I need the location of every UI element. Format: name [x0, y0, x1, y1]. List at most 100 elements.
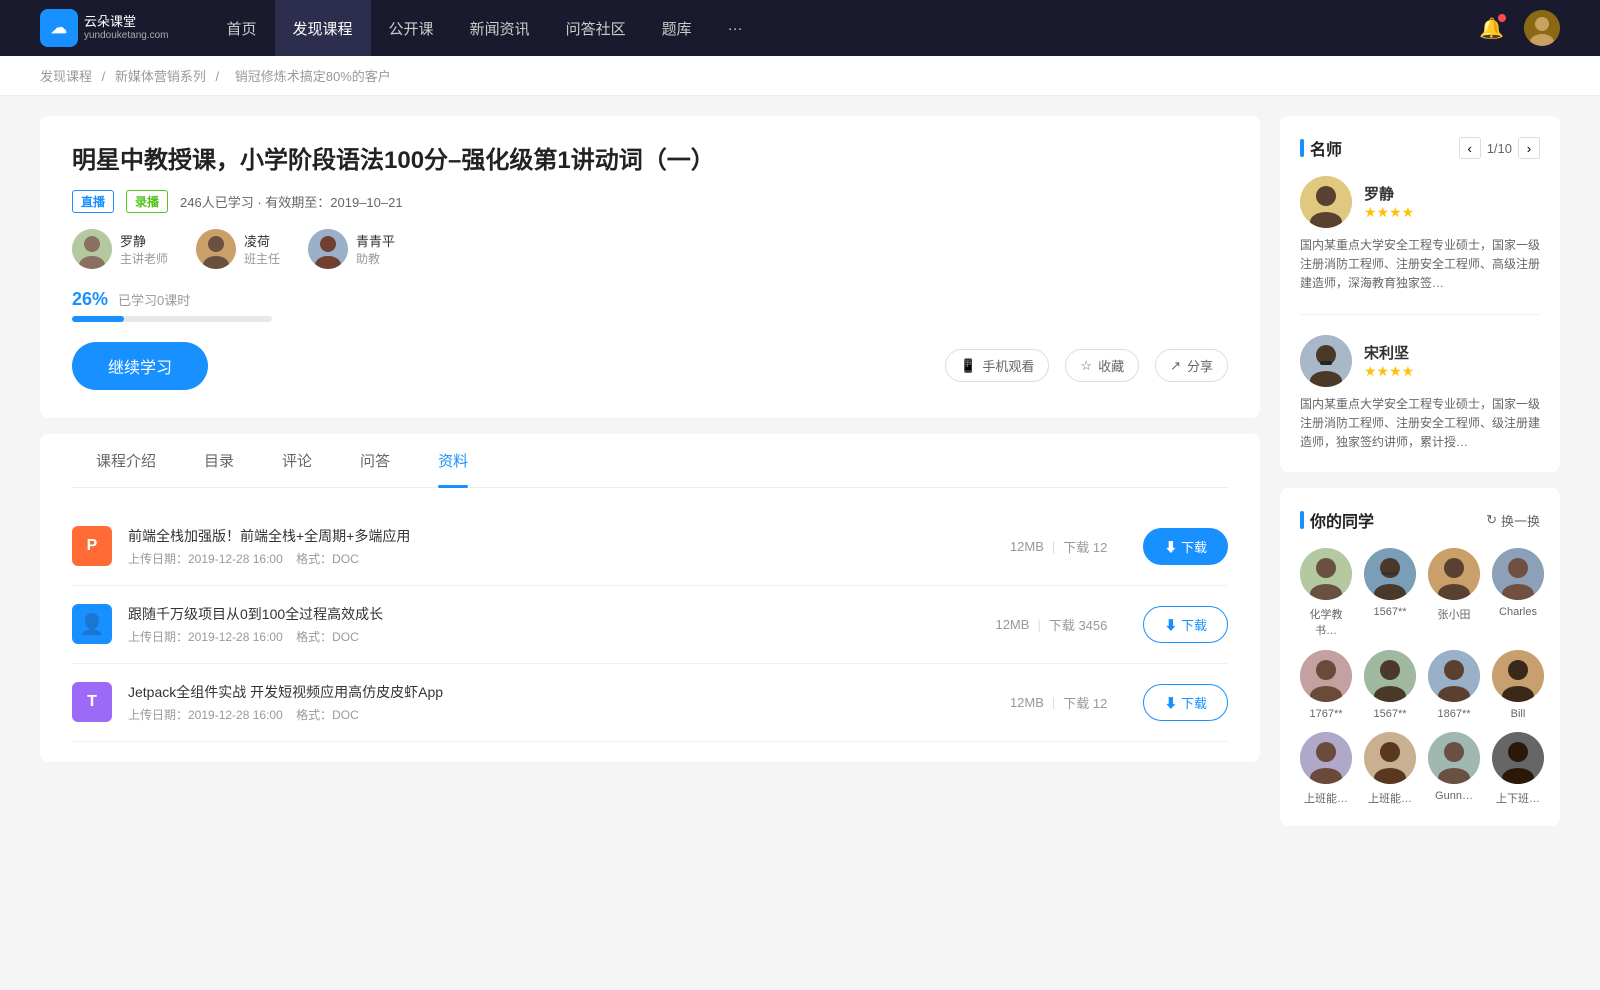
- teacher-1-avatar: [72, 229, 112, 269]
- notification-bell[interactable]: 🔔: [1479, 16, 1504, 41]
- share-icon: ↗: [1170, 358, 1181, 374]
- classmate-9-name: 上班能…: [1304, 790, 1348, 806]
- sidebar-teacher-1-desc: 国内某重点大学安全工程专业硕士，国家一级注册消防工程师、注册安全工程师、高级注册…: [1300, 236, 1540, 294]
- resource-meta-1: 上传日期：2019-12-28 16:00 格式：DOC: [128, 550, 994, 567]
- tab-intro[interactable]: 课程介绍: [72, 434, 180, 487]
- classmate-6[interactable]: 1567**: [1364, 650, 1416, 720]
- refresh-icon: ↻: [1486, 512, 1497, 528]
- classmate-10-name: 上班能…: [1368, 790, 1412, 806]
- classmate-9[interactable]: 上班能…: [1300, 732, 1352, 806]
- classmate-8[interactable]: Bill: [1492, 650, 1544, 720]
- resource-title-3: Jetpack全组件实战 开发短视频应用高仿皮皮虾App: [128, 682, 994, 702]
- sidebar-teacher-1-avatar: [1300, 176, 1352, 228]
- classmate-3-name: 张小田: [1438, 606, 1471, 622]
- prev-teacher-button[interactable]: ‹: [1459, 137, 1481, 159]
- sidebar-teacher-2-name: 宋利坚: [1364, 342, 1414, 363]
- course-header-card: 明星中教授课，小学阶段语法100分–强化级第1讲动词（一） 直播 录播 246人…: [40, 116, 1260, 418]
- user-avatar[interactable]: [1524, 10, 1560, 46]
- classmate-12[interactable]: 上下班…: [1492, 732, 1544, 806]
- classmate-6-avatar: [1364, 650, 1416, 702]
- main-layout: 明星中教授课，小学阶段语法100分–强化级第1讲动词（一） 直播 录播 246人…: [0, 96, 1600, 862]
- teacher-2-name: 凌荷: [244, 231, 280, 250]
- classmate-3[interactable]: 张小田: [1428, 548, 1480, 638]
- breadcrumb-discover[interactable]: 发现课程: [40, 69, 92, 84]
- classmate-5-name: 1767**: [1309, 708, 1342, 720]
- classmate-7-name: 1867**: [1437, 708, 1470, 720]
- resource-icon-3: T: [72, 682, 112, 722]
- classmate-4[interactable]: Charles: [1492, 548, 1544, 638]
- classmate-8-name: Bill: [1511, 708, 1526, 720]
- download-button-3[interactable]: ⬇ 下载: [1143, 684, 1228, 721]
- resource-item-1: P 前端全栈加强版！前端全栈+全周期+多端应用 上传日期：2019-12-28 …: [72, 508, 1228, 586]
- resource-title-2: 跟随千万级项目从0到100全过程高效成长: [128, 604, 979, 624]
- nav-more[interactable]: ···: [710, 0, 761, 56]
- share-button[interactable]: ↗ 分享: [1155, 349, 1228, 382]
- nav-public[interactable]: 公开课: [371, 0, 452, 56]
- classmate-11-avatar: [1428, 732, 1480, 784]
- download-button-2[interactable]: ⬇ 下载: [1143, 606, 1228, 643]
- nav-items: 首页 发现课程 公开课 新闻资讯 问答社区 题库 ···: [209, 0, 1480, 56]
- classmate-7[interactable]: 1867**: [1428, 650, 1480, 720]
- navbar: ☁ 云朵课堂 yundouketang.com 首页 发现课程 公开课 新闻资讯…: [0, 0, 1600, 56]
- classmate-2[interactable]: 1567**: [1364, 548, 1416, 638]
- nav-qa[interactable]: 问答社区: [548, 0, 644, 56]
- notification-dot: [1498, 14, 1506, 22]
- teachers-pagination: ‹ 1/10 ›: [1459, 137, 1540, 159]
- teacher-3-avatar: [308, 229, 348, 269]
- tab-catalog[interactable]: 目录: [180, 434, 258, 487]
- teacher-1-name: 罗静: [120, 231, 168, 250]
- breadcrumb-current: 销冠修炼术搞定80%的客户: [235, 69, 391, 84]
- classmate-5-avatar: [1300, 650, 1352, 702]
- nav-questions[interactable]: 题库: [644, 0, 710, 56]
- breadcrumb-series[interactable]: 新媒体营销系列: [115, 69, 206, 84]
- favorite-button[interactable]: ☆ 收藏: [1065, 349, 1139, 382]
- progress-pct: 26%: [72, 289, 108, 310]
- classmate-5[interactable]: 1767**: [1300, 650, 1352, 720]
- main-content: 明星中教授课，小学阶段语法100分–强化级第1讲动词（一） 直播 录播 246人…: [40, 116, 1260, 842]
- nav-right: 🔔: [1479, 10, 1560, 46]
- tab-resources[interactable]: 资料: [414, 434, 492, 487]
- classmate-3-avatar: [1428, 548, 1480, 600]
- progress-desc: 已学习0课时: [118, 290, 190, 309]
- teacher-2-avatar: [196, 229, 236, 269]
- tab-reviews[interactable]: 评论: [258, 434, 336, 487]
- classmate-1[interactable]: 化学教书…: [1300, 548, 1352, 638]
- classmate-1-name: 化学教书…: [1300, 606, 1352, 638]
- progress-bar: [72, 316, 272, 322]
- teachers-list: 罗静 主讲老师 凌荷 班主任: [72, 229, 1228, 269]
- classmate-8-avatar: [1492, 650, 1544, 702]
- classmate-4-name: Charles: [1499, 606, 1537, 618]
- classmate-11-name: Gunn…: [1435, 790, 1473, 802]
- teacher-1-role: 主讲老师: [120, 250, 168, 267]
- nav-news[interactable]: 新闻资讯: [452, 0, 548, 56]
- badge-record: 录播: [126, 190, 168, 213]
- progress-section: 26% 已学习0课时: [72, 289, 1228, 322]
- classmates-grid: 化学教书… 1567** 张小田: [1300, 548, 1540, 806]
- logo[interactable]: ☁ 云朵课堂 yundouketang.com: [40, 9, 169, 47]
- tab-content: P 前端全栈加强版！前端全栈+全周期+多端应用 上传日期：2019-12-28 …: [72, 488, 1228, 762]
- mobile-icon: 📱: [960, 358, 976, 374]
- resource-item-2: 👤 跟随千万级项目从0到100全过程高效成长 上传日期：2019-12-28 1…: [72, 586, 1228, 664]
- progress-bar-fill: [72, 316, 124, 322]
- classmate-9-avatar: [1300, 732, 1352, 784]
- resource-icon-2: 👤: [72, 604, 112, 644]
- classmate-2-avatar: [1364, 548, 1416, 600]
- refresh-classmates-button[interactable]: ↻ 换一换: [1486, 511, 1540, 530]
- tab-qa[interactable]: 问答: [336, 434, 414, 487]
- download-button-1[interactable]: ⬇ 下载: [1143, 528, 1228, 565]
- next-teacher-button[interactable]: ›: [1518, 137, 1540, 159]
- resource-title-1: 前端全栈加强版！前端全栈+全周期+多端应用: [128, 526, 994, 546]
- nav-discover[interactable]: 发现课程: [275, 0, 371, 56]
- nav-home[interactable]: 首页: [209, 0, 275, 56]
- resource-stats-2: 12MB | 下载 3456: [995, 615, 1107, 634]
- tabs-card: 课程介绍 目录 评论 问答 资料 P 前端全栈加强版！前端全栈+全周期+多端应用…: [40, 434, 1260, 762]
- classmate-10[interactable]: 上班能…: [1364, 732, 1416, 806]
- mobile-watch-button[interactable]: 📱 手机观看: [945, 349, 1049, 382]
- resource-meta-2: 上传日期：2019-12-28 16:00 格式：DOC: [128, 628, 979, 645]
- sidebar-teacher-2-stars: ★★★★: [1364, 363, 1414, 380]
- sidebar-teacher-1: 罗静 ★★★★ 国内某重点大学安全工程专业硕士，国家一级注册消防工程师、注册安全…: [1300, 176, 1540, 315]
- classmate-11[interactable]: Gunn…: [1428, 732, 1480, 806]
- sidebar-teacher-2-avatar: [1300, 335, 1352, 387]
- teacher-3-name: 青青平: [356, 231, 395, 250]
- continue-button[interactable]: 继续学习: [72, 342, 208, 390]
